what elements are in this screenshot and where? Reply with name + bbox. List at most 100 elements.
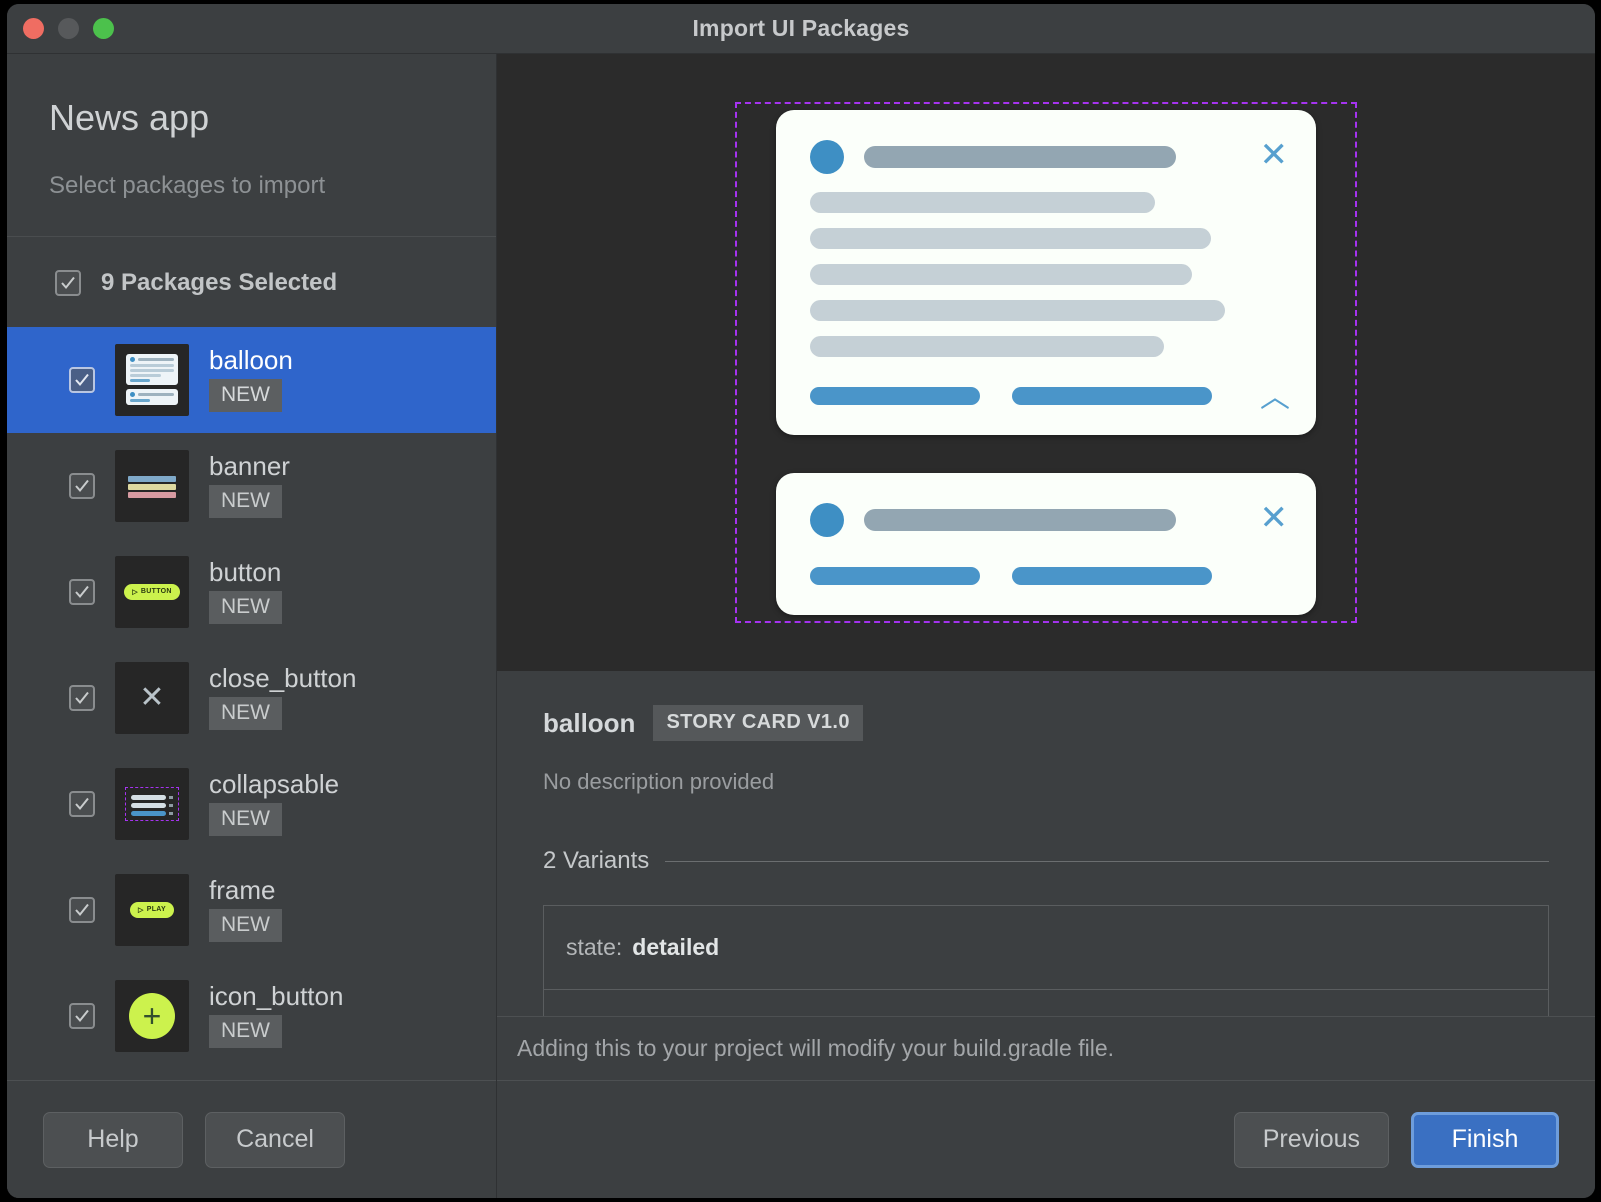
- close-icon: ✕: [139, 680, 165, 714]
- checkmark-icon: [75, 585, 89, 598]
- close-icon[interactable]: ✕: [1260, 501, 1289, 535]
- checkmark-icon: [75, 479, 89, 492]
- right-pane: ✕ ︿ ✕ balloon STORY CARD V1.0 No descrip…: [497, 54, 1595, 1198]
- help-button[interactable]: Help: [43, 1111, 183, 1168]
- detail-package-name: balloon: [543, 707, 636, 738]
- table-row[interactable]: state: summary: [544, 990, 1548, 1016]
- variants-table: state: detailed state: summary: [543, 905, 1549, 1016]
- finish-button[interactable]: Finish: [1411, 1111, 1559, 1168]
- app-subtitle: Select packages to import: [49, 171, 326, 199]
- detail-panel: balloon STORY CARD V1.0 No description p…: [497, 671, 1595, 1016]
- action-placeholder[interactable]: [1012, 387, 1212, 405]
- close-window-button[interactable]: [23, 18, 44, 39]
- zoom-window-button[interactable]: [93, 18, 114, 39]
- button-thumb-label: BUTTON: [140, 588, 172, 596]
- checkmark-icon: [75, 797, 89, 810]
- story-card-detailed: ✕ ︿: [776, 110, 1316, 435]
- new-badge: NEW: [209, 803, 282, 837]
- chevron-up-icon[interactable]: ︿: [1260, 383, 1290, 413]
- package-name: frame: [209, 875, 276, 906]
- window-title: Import UI Packages: [692, 15, 910, 41]
- package-name: icon_button: [209, 981, 344, 1012]
- package-checkbox[interactable]: [69, 896, 95, 923]
- icon-button-thumb: +: [115, 979, 189, 1052]
- window-body: News app Select packages to import 9 Pac…: [7, 54, 1595, 1198]
- list-item[interactable]: collapsable NEW: [7, 751, 496, 857]
- close-button-thumb: ✕: [115, 661, 189, 734]
- sidebar-header: News app Select packages to import: [7, 54, 496, 237]
- balloon-thumb: [115, 343, 189, 416]
- package-name: collapsable: [209, 769, 340, 800]
- select-all-checkbox[interactable]: [55, 269, 81, 296]
- package-checkbox[interactable]: [69, 790, 95, 817]
- avatar: [810, 503, 844, 537]
- card-actions: [810, 567, 1282, 585]
- package-checkbox[interactable]: [69, 578, 95, 605]
- preview-frame-boundary: ✕ ︿ ✕: [735, 102, 1357, 623]
- list-item[interactable]: banner NEW: [7, 433, 496, 539]
- new-badge: NEW: [209, 591, 282, 625]
- avatar: [810, 140, 844, 174]
- package-checkbox[interactable]: [69, 366, 95, 393]
- divider: [665, 860, 1549, 862]
- package-checkbox[interactable]: [69, 684, 95, 711]
- list-item[interactable]: + icon_button NEW: [7, 963, 496, 1069]
- action-placeholder[interactable]: [810, 567, 980, 585]
- list-item[interactable]: ▷ PLAY frame NEW: [7, 857, 496, 963]
- body-placeholder-lines: [810, 192, 1282, 357]
- plus-icon: +: [129, 992, 175, 1039]
- package-checkbox[interactable]: [69, 1002, 95, 1029]
- sidebar-footer: Help Cancel: [7, 1080, 496, 1198]
- play-icon: ▷: [138, 906, 144, 914]
- checkmark-icon: [61, 276, 75, 289]
- package-name: button: [209, 557, 282, 588]
- collapsable-thumb: [115, 767, 189, 840]
- list-item[interactable]: balloon NEW: [7, 326, 496, 433]
- variant-key: state:: [566, 934, 623, 960]
- preview-area: ✕ ︿ ✕: [497, 54, 1595, 671]
- detail-description: No description provided: [543, 769, 775, 794]
- variants-title: 2 Variants: [543, 847, 650, 874]
- action-placeholder[interactable]: [810, 387, 980, 405]
- new-badge: NEW: [209, 697, 282, 731]
- package-name: close_button: [209, 663, 357, 694]
- previous-button[interactable]: Previous: [1233, 1111, 1389, 1168]
- new-badge: NEW: [209, 379, 282, 413]
- select-all-label: 9 Packages Selected: [101, 268, 338, 296]
- import-ui-packages-window: Import UI Packages News app Select packa…: [7, 4, 1595, 1198]
- card-actions: [810, 387, 1282, 405]
- main-footer: Previous Finish: [497, 1080, 1595, 1198]
- list-item[interactable]: ✕ close_button NEW: [7, 645, 496, 751]
- package-name: banner: [209, 451, 290, 482]
- frame-thumb-label: PLAY: [146, 906, 166, 914]
- action-placeholder[interactable]: [1012, 567, 1212, 585]
- title-placeholder: [864, 509, 1176, 531]
- list-item[interactable]: ▷ BUTTON button NEW: [7, 539, 496, 645]
- detail-header: balloon STORY CARD V1.0: [543, 705, 1549, 741]
- checkmark-icon: [75, 691, 89, 704]
- gradle-note: Adding this to your project will modify …: [517, 1035, 1115, 1061]
- frame-thumb-pill: ▷ PLAY: [130, 901, 174, 918]
- package-list[interactable]: balloon NEW banner NEW ▷ BUTTON button N…: [7, 326, 496, 1080]
- story-card-summary: ✕: [776, 473, 1316, 615]
- button-thumb-pill: ▷ BUTTON: [124, 583, 180, 600]
- cancel-button[interactable]: Cancel: [205, 1111, 345, 1168]
- window-controls: [7, 18, 114, 39]
- checkmark-icon: [75, 373, 89, 386]
- app-title: News app: [49, 97, 210, 138]
- version-chip: STORY CARD V1.0: [653, 705, 863, 741]
- play-icon: ▷: [132, 588, 138, 596]
- note-bar: Adding this to your project will modify …: [497, 1016, 1595, 1080]
- select-all-row[interactable]: 9 Packages Selected: [7, 237, 496, 327]
- minimize-window-button[interactable]: [58, 18, 79, 39]
- banner-thumb: [115, 449, 189, 522]
- checkmark-icon: [75, 1009, 89, 1022]
- variant-value: detailed: [632, 934, 720, 960]
- close-icon[interactable]: ✕: [1260, 138, 1289, 172]
- new-badge: NEW: [209, 485, 282, 519]
- frame-thumb: ▷ PLAY: [115, 873, 189, 946]
- table-row[interactable]: state: detailed: [544, 906, 1548, 990]
- package-checkbox[interactable]: [69, 472, 95, 499]
- new-badge: NEW: [209, 1015, 282, 1049]
- title-placeholder: [864, 146, 1176, 168]
